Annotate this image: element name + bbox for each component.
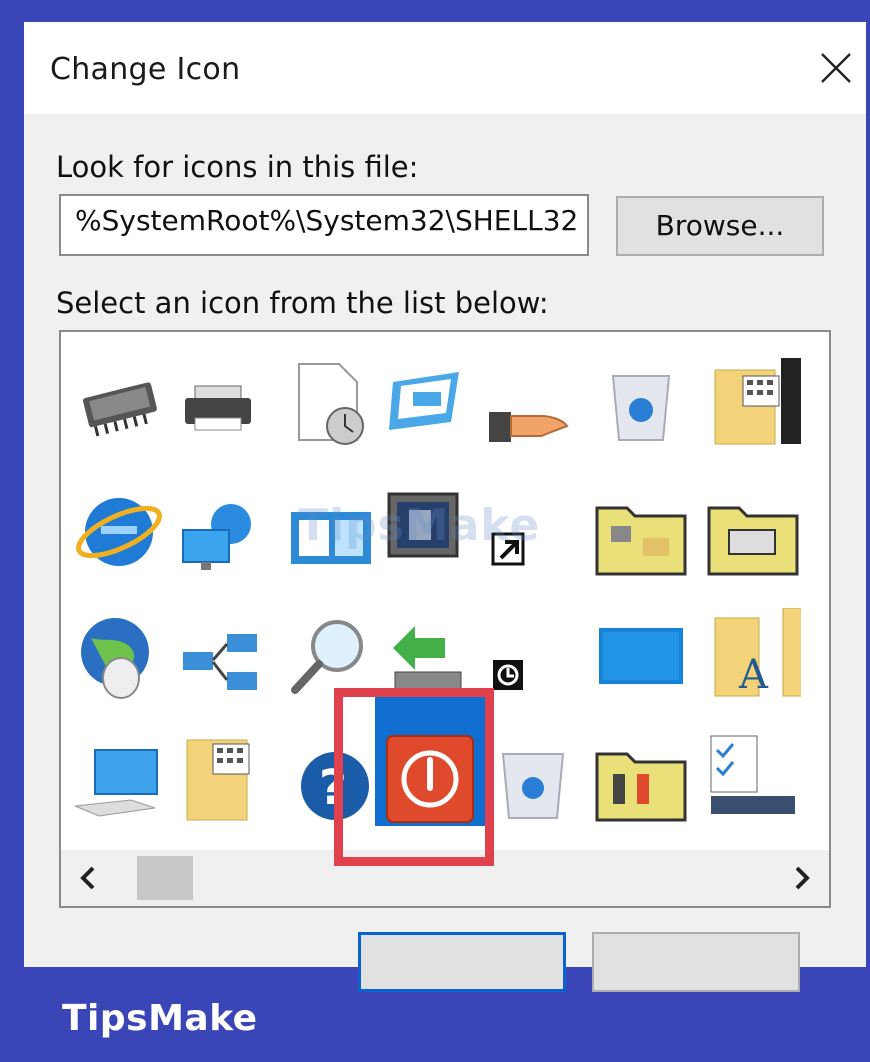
title-bar: Change Icon	[24, 22, 866, 114]
cancel-button[interactable]	[592, 932, 800, 992]
highlight-box	[334, 688, 494, 866]
keypad-folder-icon-2[interactable]	[173, 732, 269, 828]
network-folder-icon[interactable]	[593, 486, 689, 582]
hand-share-icon[interactable]	[481, 372, 577, 468]
ok-button[interactable]	[358, 932, 566, 992]
recycle-bin-full-icon[interactable]	[593, 358, 689, 454]
computer-icon[interactable]	[71, 736, 167, 832]
file-path-input[interactable]: %SystemRoot%\System32\SHELL32	[59, 194, 589, 256]
printer-folder-icon[interactable]	[705, 486, 801, 582]
close-icon[interactable]	[814, 46, 858, 90]
fonts-folder-icon[interactable]: A	[705, 608, 801, 704]
printer-icon[interactable]	[173, 360, 269, 456]
chevron-right-icon[interactable]	[781, 858, 821, 898]
svg-text:A: A	[738, 652, 769, 698]
memory-chip-icon[interactable]	[71, 360, 167, 456]
screen-window-icon[interactable]	[379, 354, 475, 450]
watermark-text: TipsMake	[298, 500, 541, 551]
dialog-title: Change Icon	[50, 52, 241, 87]
desktop-blue-icon[interactable]	[593, 612, 689, 708]
network-connections-icon[interactable]	[173, 612, 269, 708]
clock-document-icon[interactable]	[283, 354, 379, 450]
brand-logo-text: TipsMake	[62, 998, 258, 1039]
restore-badge-icon[interactable]	[481, 648, 577, 744]
internet-explorer-icon[interactable]	[71, 482, 167, 578]
checklist-icon[interactable]	[701, 730, 797, 826]
scrollbar-thumb[interactable]	[137, 856, 193, 900]
network-computer-icon[interactable]	[173, 492, 269, 588]
tools-folder-icon[interactable]	[593, 732, 689, 828]
recycle-bin-empty-icon[interactable]	[487, 736, 583, 832]
globe-mouse-icon[interactable]	[71, 608, 167, 704]
look-for-label: Look for icons in this file:	[56, 150, 419, 184]
select-icon-label: Select an icon from the list below:	[56, 286, 549, 320]
browse-button[interactable]: Browse...	[616, 196, 824, 256]
keypad-folder-icon[interactable]	[705, 358, 801, 454]
chevron-left-icon[interactable]	[69, 858, 109, 898]
